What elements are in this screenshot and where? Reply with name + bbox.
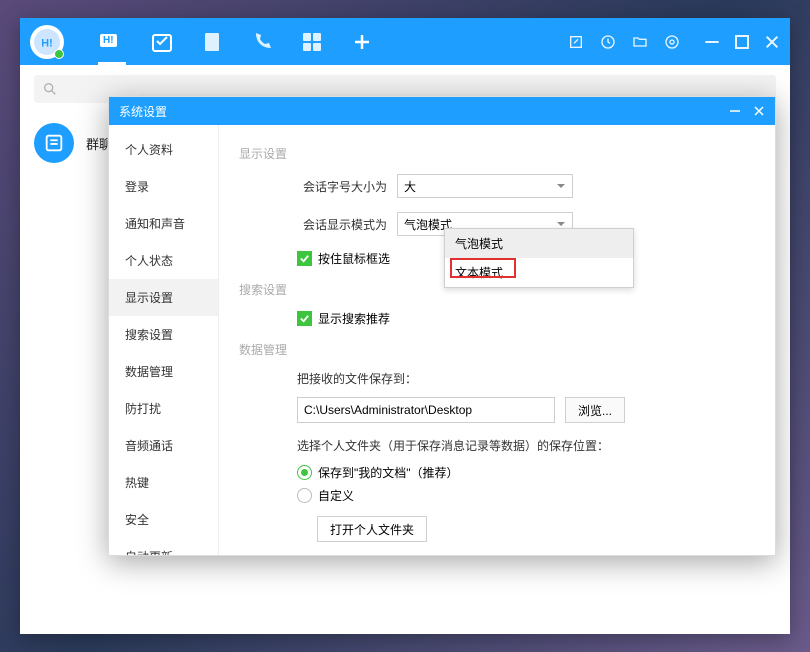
maximize-icon[interactable] — [734, 34, 750, 50]
radio-custom-label: 自定义 — [318, 487, 354, 504]
dialog-minimize-icon[interactable] — [729, 105, 741, 117]
sidebar-item-audio[interactable]: 音频通话 — [109, 427, 218, 464]
font-size-select[interactable]: 大 — [397, 174, 573, 198]
settings-dialog: 系统设置 个人资料 登录 通知和声音 个人状态 显示设置 搜索设置 数据管理 防… — [108, 96, 776, 556]
avatar[interactable]: H! — [30, 25, 64, 59]
svg-text:H!: H! — [41, 37, 52, 49]
drag-select-checkbox[interactable] — [297, 251, 312, 266]
drag-select-label: 按住鼠标框选 — [318, 250, 390, 267]
tool-history-icon[interactable] — [600, 34, 616, 50]
tool-folder-icon[interactable] — [632, 34, 648, 50]
tab-notes-icon[interactable] — [200, 30, 224, 54]
search-suggest-label: 显示搜索推荐 — [318, 310, 390, 327]
tab-add-icon[interactable] — [350, 30, 374, 54]
settings-panel: 显示设置 会话字号大小为 大 会话显示模式为 气泡模式 按住鼠标框选 搜索设置 — [219, 125, 775, 555]
save-path-label: 把接收的文件保存到： — [297, 370, 751, 387]
open-folder-button[interactable]: 打开个人文件夹 — [317, 516, 427, 542]
tool-capture-icon[interactable] — [568, 34, 584, 50]
group-icon — [34, 123, 74, 163]
dialog-body: 个人资料 登录 通知和声音 个人状态 显示设置 搜索设置 数据管理 防打扰 音频… — [109, 125, 775, 555]
dropdown-option-text[interactable]: 文本模式 — [445, 258, 633, 287]
sidebar-item-profile[interactable]: 个人资料 — [109, 131, 218, 168]
sidebar-item-notify[interactable]: 通知和声音 — [109, 205, 218, 242]
main-titlebar: H! H! — [20, 18, 790, 65]
radio-mydocs-label: 保存到"我的文档"（推荐） — [318, 464, 459, 481]
dialog-close-icon[interactable] — [753, 105, 765, 117]
tab-call-icon[interactable] — [250, 30, 274, 54]
dropdown-option-bubble[interactable]: 气泡模式 — [445, 229, 633, 258]
chevron-down-icon — [556, 181, 566, 191]
tab-calendar-icon[interactable] — [150, 30, 174, 54]
close-icon[interactable] — [764, 34, 780, 50]
display-mode-dropdown: 气泡模式 文本模式 — [444, 228, 634, 288]
settings-sidebar: 个人资料 登录 通知和声音 个人状态 显示设置 搜索设置 数据管理 防打扰 音频… — [109, 125, 219, 555]
sidebar-item-login[interactable]: 登录 — [109, 168, 218, 205]
tab-apps-icon[interactable] — [300, 30, 324, 54]
sidebar-item-hotkey[interactable]: 热键 — [109, 464, 218, 501]
main-tabs: H! — [82, 30, 374, 54]
search-suggest-checkbox[interactable] — [297, 311, 312, 326]
dialog-titlebar: 系统设置 — [109, 97, 775, 125]
section-data-label: 数据管理 — [239, 341, 751, 358]
radio-mydocs[interactable] — [297, 465, 312, 480]
location-label: 选择个人文件夹（用于保存消息记录等数据）的保存位置： — [297, 437, 751, 454]
browse-button[interactable]: 浏览... — [565, 397, 625, 423]
search-icon — [42, 81, 58, 97]
font-size-label: 会话字号大小为 — [297, 178, 387, 195]
display-mode-label: 会话显示模式为 — [297, 216, 387, 233]
sidebar-item-status[interactable]: 个人状态 — [109, 242, 218, 279]
sidebar-item-dnd[interactable]: 防打扰 — [109, 390, 218, 427]
tool-settings-icon[interactable] — [664, 34, 680, 50]
dialog-title: 系统设置 — [119, 103, 167, 120]
save-path-input[interactable] — [297, 397, 555, 423]
sidebar-item-update[interactable]: 自动更新 — [109, 538, 218, 555]
sidebar-item-data[interactable]: 数据管理 — [109, 353, 218, 390]
tab-messages-icon[interactable]: H! — [100, 30, 124, 54]
radio-custom[interactable] — [297, 488, 312, 503]
titlebar-right — [568, 34, 780, 50]
minimize-icon[interactable] — [704, 34, 720, 50]
sidebar-item-search[interactable]: 搜索设置 — [109, 316, 218, 353]
sidebar-item-security[interactable]: 安全 — [109, 501, 218, 538]
section-display-label: 显示设置 — [239, 145, 751, 162]
status-online-dot — [54, 49, 64, 59]
sidebar-item-display[interactable]: 显示设置 — [109, 279, 218, 316]
